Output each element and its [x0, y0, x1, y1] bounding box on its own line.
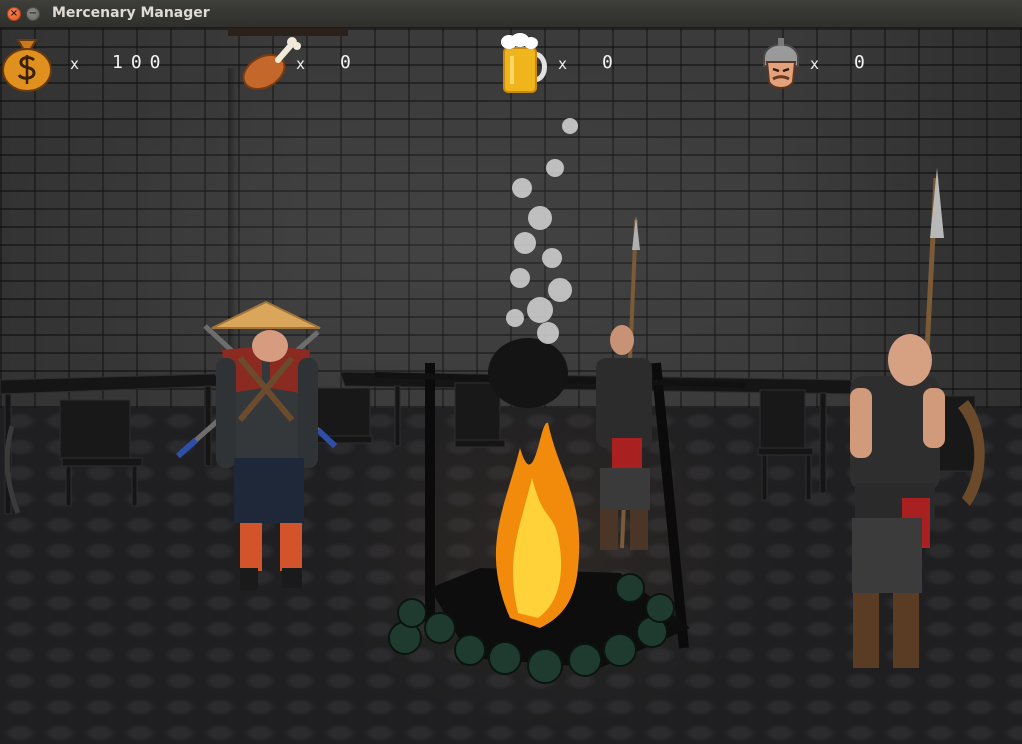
face [610, 325, 634, 355]
window-title-bar[interactable]: × − Mercenary Manager [0, 0, 1022, 28]
chair-leg [805, 454, 812, 501]
face [252, 330, 288, 362]
scene-art [0, 28, 985, 684]
table-leg [819, 392, 827, 494]
minimize-icon: − [28, 8, 38, 19]
game-viewport[interactable]: x 100 x 0 x 0 x 0 [0, 28, 1022, 744]
arm [298, 358, 318, 468]
minimize-button[interactable]: − [26, 7, 40, 21]
spear-tip [930, 168, 944, 238]
food-value: 0 [340, 52, 359, 73]
money-multiplier: x [70, 55, 80, 73]
beer-counter: x 0 [496, 32, 656, 93]
campfire [374, 118, 746, 684]
smoke [506, 118, 578, 344]
chair-seat [309, 435, 373, 444]
spear-tip [632, 216, 640, 250]
beer-multiplier: x [558, 55, 568, 73]
arm [216, 358, 236, 468]
straw-hat [211, 300, 321, 329]
pants [234, 458, 304, 523]
leg-wrap [240, 523, 262, 571]
money-bag-icon [2, 39, 52, 92]
cooking-pot [488, 338, 568, 408]
table-top-left [0, 373, 223, 395]
chair-back [59, 399, 131, 461]
close-button[interactable]: × [7, 7, 21, 21]
mercenary-counter: x 0 [758, 32, 918, 92]
chair-seat [757, 447, 814, 456]
chair-back [759, 389, 806, 451]
food-counter: x 0 [240, 32, 400, 92]
chair-leg [131, 465, 138, 507]
beer-value: 0 [602, 52, 621, 73]
money-counter: x 100 [0, 32, 200, 92]
chair-seat [454, 439, 506, 448]
chair-leg [761, 454, 768, 501]
chair-leg [65, 465, 72, 507]
close-icon: × [9, 8, 19, 19]
table-leg [394, 385, 401, 447]
warrior-head-icon [763, 38, 799, 89]
spearman-mercenary [596, 216, 652, 550]
food-multiplier: x [296, 55, 306, 73]
money-value: 100 [112, 52, 169, 73]
chair-back [454, 382, 501, 444]
window-title: Mercenary Manager [52, 5, 210, 21]
ronin-mercenary [176, 300, 338, 590]
chair-seat [61, 457, 143, 467]
mercenary-value: 0 [854, 52, 873, 73]
face [888, 334, 932, 386]
mercenary-multiplier: x [810, 55, 820, 73]
leg-wrap [280, 523, 302, 571]
chicken-leg-icon [242, 37, 301, 91]
beer-mug-icon [501, 33, 547, 93]
